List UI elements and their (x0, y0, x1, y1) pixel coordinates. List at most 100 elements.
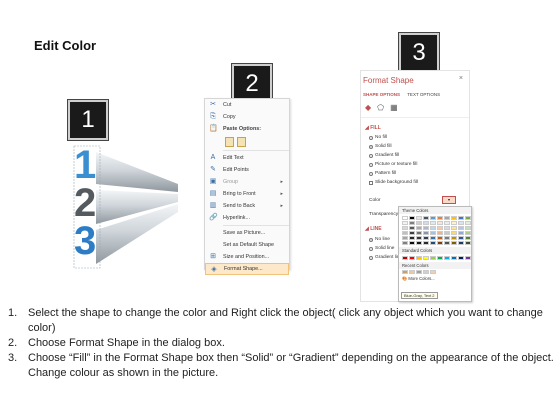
theme-shade-swatch[interactable] (444, 241, 450, 245)
theme-shade-swatch[interactable] (465, 236, 471, 240)
theme-shade-swatch[interactable] (458, 221, 464, 225)
theme-shade-swatch[interactable] (430, 236, 436, 240)
tab-shape-options[interactable]: SHAPE OPTIONS (363, 92, 400, 97)
theme-shade-swatch[interactable] (402, 236, 408, 240)
theme-shade-swatch[interactable] (423, 241, 429, 245)
fill-line-icon[interactable]: ◆ (365, 103, 371, 112)
theme-shade-swatch[interactable] (451, 221, 457, 225)
radio-pattern-fill[interactable]: Pattern fill (369, 171, 396, 176)
radio-picture-fill[interactable]: Picture or texture fill (369, 162, 417, 167)
theme-shade-swatch[interactable] (458, 231, 464, 235)
theme-shade-swatch[interactable] (423, 226, 429, 230)
menu-item-send-to-back[interactable]: ▥ Send to Back ▸ (205, 200, 289, 212)
standard-color-swatch[interactable] (423, 256, 429, 260)
theme-shade-swatch[interactable] (451, 241, 457, 245)
theme-shade-swatch[interactable] (416, 236, 422, 240)
theme-shade-swatch[interactable] (437, 241, 443, 245)
standard-color-swatch[interactable] (437, 256, 443, 260)
size-properties-icon[interactable]: ▦ (390, 103, 398, 112)
theme-shade-swatch[interactable] (444, 236, 450, 240)
menu-item-size-and-position[interactable]: ⊞ Size and Position... (205, 251, 289, 263)
theme-shade-swatch[interactable] (465, 226, 471, 230)
menu-item-bring-to-front[interactable]: ▤ Bring to Front ▸ (205, 188, 289, 200)
theme-shade-swatch[interactable] (416, 241, 422, 245)
theme-shade-swatch[interactable] (465, 221, 471, 225)
checkbox-slide-background-fill[interactable]: Slide background fill (369, 180, 418, 185)
standard-color-swatch[interactable] (444, 256, 450, 260)
fill-color-dropdown-button[interactable]: ▾ (442, 196, 456, 204)
theme-shade-swatch[interactable] (458, 226, 464, 230)
recent-color-swatch[interactable] (409, 270, 415, 274)
theme-shade-swatch[interactable] (423, 236, 429, 240)
theme-shade-swatch[interactable] (416, 226, 422, 230)
theme-color-swatch[interactable] (451, 216, 457, 220)
theme-shade-swatch[interactable] (402, 241, 408, 245)
theme-shade-swatch[interactable] (402, 231, 408, 235)
standard-color-swatch[interactable] (416, 256, 422, 260)
paste-keep-formatting-icon[interactable] (225, 137, 234, 147)
menu-item-format-shape[interactable]: ◈ Format Shape... (205, 263, 289, 275)
menu-item-group[interactable]: ▣ Group ▸ (205, 176, 289, 188)
theme-color-swatch[interactable] (430, 216, 436, 220)
theme-shade-swatch[interactable] (430, 221, 436, 225)
fill-section-header[interactable]: ◢ FILL (365, 125, 381, 131)
theme-shade-swatch[interactable] (444, 221, 450, 225)
radio-no-fill[interactable]: No fill (369, 135, 387, 140)
standard-color-swatch[interactable] (402, 256, 408, 260)
standard-color-swatch[interactable] (451, 256, 457, 260)
theme-shade-swatch[interactable] (430, 226, 436, 230)
theme-shade-swatch[interactable] (423, 221, 429, 225)
theme-shade-swatch[interactable] (416, 221, 422, 225)
theme-color-swatch[interactable] (458, 216, 464, 220)
theme-shade-swatch[interactable] (465, 241, 471, 245)
line-section-header[interactable]: ◢ LINE (365, 226, 382, 232)
theme-shade-swatch[interactable] (402, 226, 408, 230)
paste-picture-icon[interactable] (237, 137, 246, 147)
more-colors-link[interactable]: 🎨 More Colors... (399, 275, 471, 283)
radio-solid-line[interactable]: Solid line (369, 246, 394, 251)
menu-item-save-as-picture[interactable]: Save as Picture... (205, 227, 289, 239)
radio-solid-fill[interactable]: Solid fill (369, 144, 392, 149)
theme-shade-swatch[interactable] (409, 231, 415, 235)
theme-shade-swatch[interactable] (465, 231, 471, 235)
theme-shade-swatch[interactable] (444, 226, 450, 230)
theme-color-swatch[interactable] (444, 216, 450, 220)
theme-shade-swatch[interactable] (451, 231, 457, 235)
menu-item-edit-points[interactable]: ✎ Edit Points (205, 164, 289, 176)
menu-item-hyperlink[interactable]: 🔗 Hyperlink... (205, 212, 289, 224)
theme-shade-swatch[interactable] (409, 226, 415, 230)
theme-shade-swatch[interactable] (458, 236, 464, 240)
theme-shade-swatch[interactable] (409, 241, 415, 245)
tab-text-options[interactable]: TEXT OPTIONS (407, 92, 440, 97)
theme-shade-swatch[interactable] (437, 226, 443, 230)
theme-color-swatch[interactable] (409, 216, 415, 220)
standard-color-swatch[interactable] (430, 256, 436, 260)
theme-color-swatch[interactable] (423, 216, 429, 220)
close-icon[interactable]: × (459, 75, 463, 82)
theme-color-swatch[interactable] (465, 216, 471, 220)
menu-item-cut[interactable]: ✂ Cut (205, 99, 289, 111)
theme-color-swatch[interactable] (437, 216, 443, 220)
recent-color-swatch[interactable] (430, 270, 436, 274)
recent-color-swatch[interactable] (423, 270, 429, 274)
recent-color-swatch[interactable] (416, 270, 422, 274)
radio-gradient-fill[interactable]: Gradient fill (369, 153, 399, 158)
theme-shade-swatch[interactable] (402, 221, 408, 225)
theme-shade-swatch[interactable] (437, 236, 443, 240)
menu-item-edit-text[interactable]: A Edit Text (205, 152, 289, 164)
effects-icon[interactable]: ⬠ (377, 103, 384, 112)
standard-color-swatch[interactable] (465, 256, 471, 260)
menu-item-set-default-shape[interactable]: Set as Default Shape (205, 239, 289, 251)
theme-shade-swatch[interactable] (430, 241, 436, 245)
standard-color-swatch[interactable] (409, 256, 415, 260)
theme-color-swatch[interactable] (416, 216, 422, 220)
recent-color-swatch[interactable] (402, 270, 408, 274)
theme-shade-swatch[interactable] (458, 241, 464, 245)
menu-item-copy[interactable]: ⎘ Copy (205, 111, 289, 123)
theme-shade-swatch[interactable] (416, 231, 422, 235)
theme-shade-swatch[interactable] (437, 221, 443, 225)
theme-shade-swatch[interactable] (409, 221, 415, 225)
theme-shade-swatch[interactable] (423, 231, 429, 235)
theme-shade-swatch[interactable] (409, 236, 415, 240)
theme-shade-swatch[interactable] (451, 226, 457, 230)
